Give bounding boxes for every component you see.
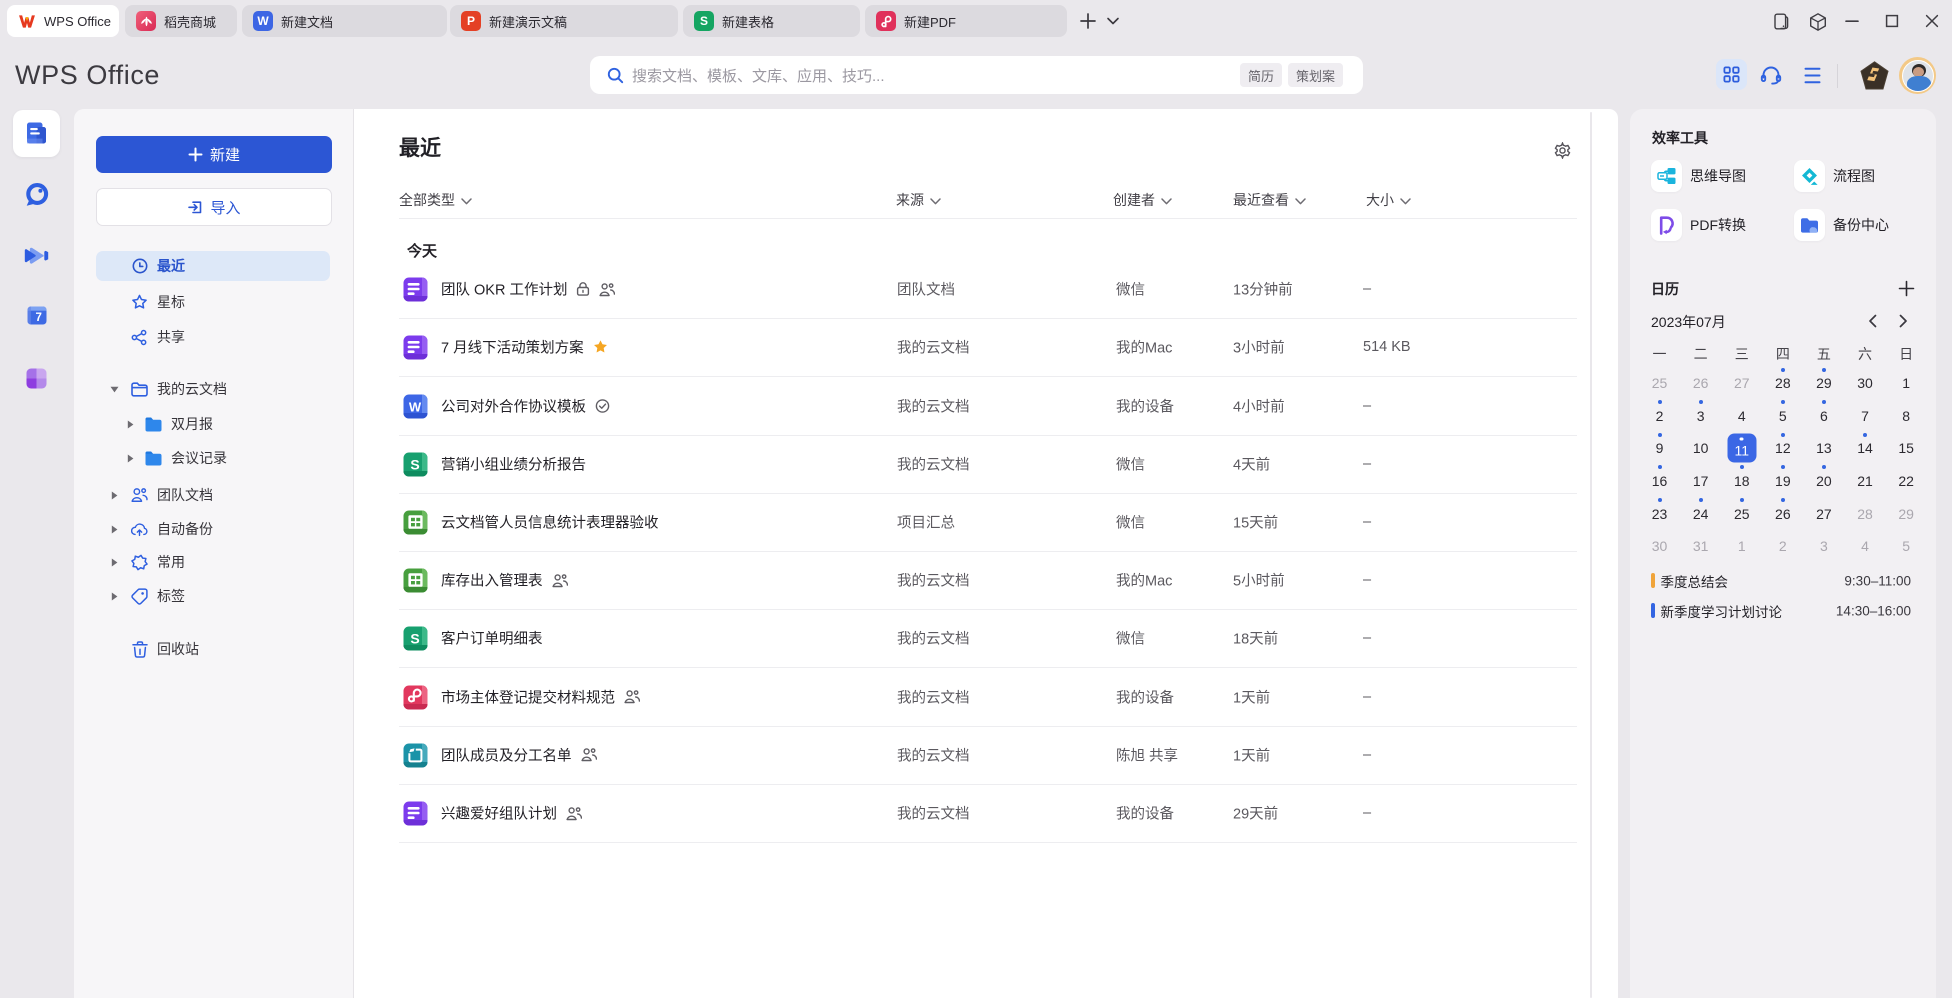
svg-text:W: W <box>409 399 422 414</box>
svg-text:S: S <box>410 456 419 472</box>
svg-text:7: 7 <box>35 312 41 324</box>
svg-text:S: S <box>410 631 419 647</box>
